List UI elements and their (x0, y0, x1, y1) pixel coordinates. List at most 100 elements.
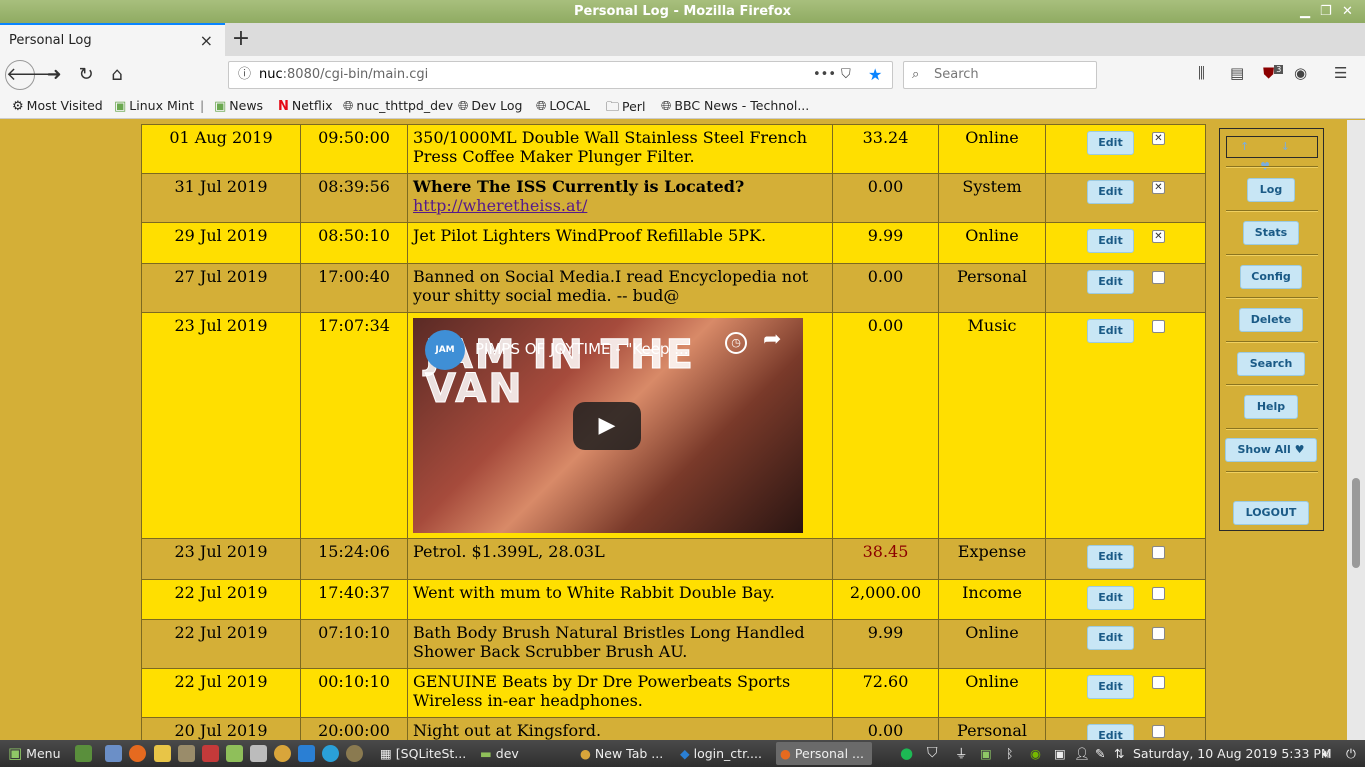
config-button[interactable]: Config (1240, 265, 1302, 289)
account-icon[interactable]: ◉ (1294, 64, 1307, 82)
home-button[interactable]: ⌂ (103, 61, 131, 89)
task-sqlite[interactable]: ▦ [SQLiteSt... (376, 742, 468, 765)
bluetooth-icon[interactable]: ᛒ (1006, 740, 1014, 767)
pocket-icon[interactable]: ⛉ (841, 62, 851, 88)
select-checkbox[interactable] (1152, 627, 1165, 640)
edit-button[interactable]: Edit (1087, 319, 1134, 343)
close-window-icon[interactable]: ✕ (1342, 0, 1353, 23)
edit-button[interactable]: Edit (1087, 131, 1134, 155)
task-personal[interactable]: ● Personal ... (776, 742, 872, 765)
calculator-app-icon[interactable] (202, 745, 219, 762)
chrome-icon[interactable] (274, 745, 291, 762)
firefox-icon[interactable] (129, 745, 146, 762)
help-button[interactable]: Help (1244, 395, 1298, 419)
bookmark-local[interactable]: 🌐︎ LOCAL (536, 98, 590, 114)
task-new-tab[interactable]: ● New Tab ... (576, 742, 668, 765)
select-checkbox[interactable]: ✕ (1152, 230, 1165, 243)
edit-button[interactable]: Edit (1087, 229, 1134, 253)
bookmark-linux-mint[interactable]: ▣ Linux Mint (114, 98, 194, 114)
library-icon[interactable]: ⫼ (1198, 64, 1205, 82)
folder-icon[interactable] (226, 745, 243, 762)
shield-icon[interactable]: ⛉ (927, 740, 938, 767)
task-login-ctr[interactable]: ◆ login_ctr.... (676, 742, 768, 765)
notes-icon[interactable] (154, 745, 171, 762)
page-actions-icon[interactable]: ••• (813, 62, 836, 88)
chat-icon[interactable]: ● (900, 740, 913, 767)
search-button[interactable]: Search (1237, 352, 1305, 376)
calculator-icon[interactable] (250, 745, 267, 762)
select-checkbox[interactable] (1152, 546, 1165, 559)
bookmark-netflix[interactable]: N Netflix (278, 98, 333, 114)
log-button[interactable]: Log (1247, 178, 1295, 202)
power-icon[interactable]: ⏻ (1346, 740, 1356, 767)
tab-personal-log[interactable]: Personal Log × (0, 23, 225, 56)
clock[interactable]: Saturday, 10 Aug 2019 5:33 PM (1133, 740, 1332, 767)
nvidia-icon[interactable]: ◉ (1030, 740, 1041, 767)
edit-button[interactable]: Edit (1087, 270, 1134, 294)
select-checkbox[interactable] (1152, 271, 1165, 284)
select-checkbox[interactable] (1152, 587, 1165, 600)
edit-button[interactable]: Edit (1087, 724, 1134, 740)
entry-link[interactable]: http://wheretheiss.at/ (413, 196, 587, 215)
select-checkbox[interactable]: ✕ (1152, 132, 1165, 145)
bookmark-star-icon[interactable]: ★ (868, 62, 882, 88)
stats-button[interactable]: Stats (1243, 221, 1299, 245)
url-bar[interactable]: ⓘ nuc:8080/cgi-bin/main.cgi ••• ⛉ ★ (228, 61, 893, 89)
channel-logo-icon[interactable]: JAM (425, 330, 465, 370)
page-scrollbar[interactable] (1347, 120, 1365, 740)
bookmark-perl[interactable]: 🗀 Perl (606, 98, 645, 120)
bookmark-news[interactable]: ▣ News (214, 98, 263, 114)
edit-button[interactable]: Edit (1087, 626, 1134, 650)
new-tab-button[interactable]: + (230, 23, 252, 56)
play-button-icon[interactable]: ▶ (573, 402, 641, 450)
user-icon[interactable]: 👤︎ (1074, 740, 1090, 767)
show-all-button[interactable]: Show All ♥ (1225, 438, 1317, 462)
network-icon[interactable]: ⇅ (1114, 740, 1124, 767)
maximize-icon[interactable]: ❐ (1320, 0, 1332, 23)
watch-later-icon[interactable]: ◷ (725, 332, 747, 354)
share-icon[interactable]: ➦ (763, 329, 781, 351)
edit-button[interactable]: Edit (1087, 586, 1134, 610)
tools-icon[interactable]: ✎ (1095, 740, 1105, 767)
edit-button[interactable]: Edit (1087, 180, 1134, 204)
search-input[interactable]: ⌕ Search (903, 61, 1097, 89)
select-checkbox[interactable] (1152, 320, 1165, 333)
hamburger-menu-icon[interactable]: ☰ (1334, 64, 1347, 82)
select-checkbox[interactable] (1152, 725, 1165, 738)
forward-button[interactable]: ➜ (40, 61, 68, 89)
browser-icon[interactable] (322, 745, 339, 762)
clipboard-icon[interactable]: ▣ (1054, 740, 1066, 767)
bookmark-dev-log[interactable]: 🌐︎ Dev Log (458, 98, 522, 114)
youtube-video-embed[interactable]: JAM IN THE VAN JAM PIMPS OF JOYTIME - "K… (413, 318, 803, 533)
files-icon[interactable] (105, 745, 122, 762)
select-checkbox[interactable]: ✕ (1152, 181, 1165, 194)
start-menu-button[interactable]: ▣ Menu (8, 740, 61, 767)
bookmark-nuc-thttpd-dev[interactable]: 🌐︎ nuc_thttpd_dev (343, 98, 453, 114)
entry-description: 350/1000ML Double Wall Stainless Steel F… (407, 124, 833, 174)
reload-button[interactable]: ↻ (72, 61, 100, 89)
delete-button[interactable]: Delete (1239, 308, 1303, 332)
bookmark-most-visited[interactable]: ⚙ Most Visited (12, 98, 103, 114)
back-button[interactable]: 🡐 (5, 60, 54, 90)
ublock-icon[interactable]: ⛊ 3 (1263, 64, 1284, 82)
media-icon[interactable] (346, 745, 363, 762)
video-title[interactable]: PIMPS OF JOYTIME - "Keep ... (475, 340, 689, 359)
logout-button[interactable]: LOGOUT (1233, 501, 1309, 525)
update-manager-icon[interactable]: ▣ (980, 740, 992, 767)
scrollbar-thumb[interactable] (1352, 478, 1360, 568)
tab-close-icon[interactable]: × (200, 25, 213, 56)
minimize-icon[interactable]: ▁ (1300, 0, 1310, 23)
select-checkbox[interactable] (1152, 676, 1165, 689)
edit-button[interactable]: Edit (1087, 675, 1134, 699)
task-dev[interactable]: ▬ dev (476, 742, 568, 765)
site-info-icon[interactable]: ⓘ (238, 62, 251, 88)
show-desktop-icon[interactable] (75, 745, 92, 762)
terminal-icon[interactable] (178, 745, 195, 762)
vscode-icon[interactable] (298, 745, 315, 762)
edit-button[interactable]: Edit (1087, 545, 1134, 569)
volume-icon[interactable]: 🔊︎ (1322, 740, 1330, 767)
usb-icon[interactable]: ⏚ (955, 740, 968, 767)
sidebar-icon[interactable]: ▤ (1230, 64, 1244, 82)
scroll-arrows[interactable]: ↑ ↓ ♥ (1226, 136, 1318, 173)
bookmark-bbc-news[interactable]: 🌐︎ BBC News - Technol... (661, 98, 809, 114)
